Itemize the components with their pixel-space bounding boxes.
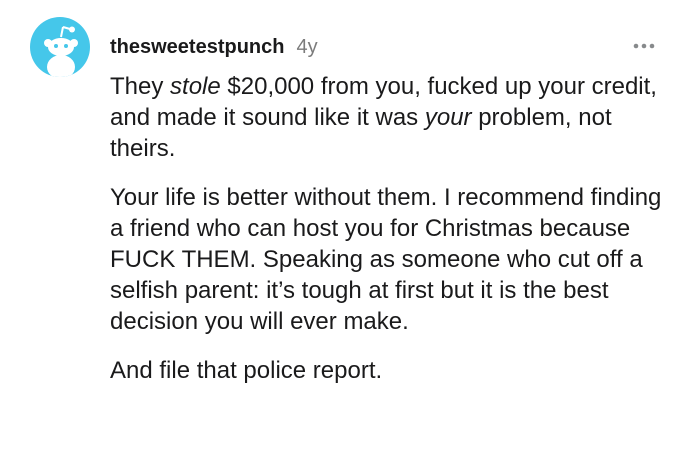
comment-paragraph-2: Your life is better without them. I reco…	[110, 184, 662, 335]
comment-header: thesweetestpunch 4y	[110, 33, 318, 61]
username-link[interactable]: thesweetestpunch	[110, 36, 284, 59]
more-options-button[interactable]	[624, 34, 664, 58]
comment: thesweetestpunch 4y They stole $20,000 f…	[0, 0, 700, 454]
paragraph-1-emphasis-stole: stole	[170, 73, 221, 100]
comment-paragraph-1: They stole $20,000 from you, fucked up y…	[110, 71, 680, 164]
more-horizontal-icon	[633, 43, 655, 49]
paragraph-1-text-1: They	[110, 73, 171, 100]
comment-paragraph-3: And file that police report.	[110, 357, 383, 384]
avatar[interactable]	[30, 17, 90, 77]
reddit-snoo-icon	[44, 26, 78, 77]
comment-body: They stole $20,000 from you, fucked up y…	[110, 71, 680, 404]
paragraph-1-emphasis-your: your	[424, 104, 472, 131]
comment-age: 4y	[296, 35, 318, 58]
